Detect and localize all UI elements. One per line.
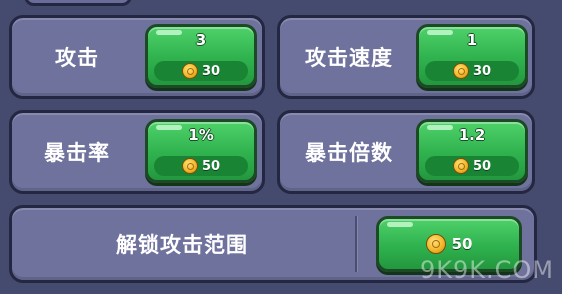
stat-value: 1 [466, 31, 478, 49]
stat-label: 攻击 [55, 46, 99, 70]
cost-value: 50 [451, 235, 473, 253]
cost-strip: 50 [425, 156, 519, 176]
stat-panel-crit-multiplier: 暴击倍数 1.2 50 [277, 110, 535, 194]
stat-label: 攻击速度 [305, 46, 393, 70]
stat-label: 暴击率 [44, 141, 110, 165]
cost-value: 50 [472, 158, 492, 174]
stat-value: 1% [188, 126, 214, 144]
top-tab-partial [24, 0, 132, 6]
upgrade-attack-speed-button[interactable]: 1 30 [416, 24, 528, 88]
panel-divider [355, 216, 357, 272]
cost-value: 30 [472, 63, 492, 79]
stat-panel-crit-rate: 暴击率 1% 50 [9, 110, 265, 194]
cost-strip: 50 [154, 156, 248, 176]
cost-value: 30 [201, 63, 221, 79]
gold-coin-icon [425, 234, 446, 254]
stat-value: 3 [195, 31, 207, 49]
gold-coin-icon [181, 158, 198, 174]
stat-panel-attack-speed: 攻击速度 1 30 [277, 15, 535, 99]
stat-label: 暴击倍数 [305, 141, 393, 165]
gold-coin-icon [181, 63, 198, 79]
watermark: 9K9K.COM [420, 256, 554, 284]
upgrade-crit-rate-button[interactable]: 1% 50 [145, 119, 257, 183]
cost-strip: 30 [425, 61, 519, 81]
unlock-label: 解锁攻击范围 [116, 233, 248, 257]
cost-strip: 30 [154, 61, 248, 81]
gold-coin-icon [452, 63, 469, 79]
stat-value: 1.2 [458, 126, 486, 144]
gold-coin-icon [452, 158, 469, 174]
upgrade-attack-button[interactable]: 3 30 [145, 24, 257, 88]
cost-value: 50 [201, 158, 221, 174]
upgrade-crit-multiplier-button[interactable]: 1.2 50 [416, 119, 528, 183]
stat-panel-attack: 攻击 3 30 [9, 15, 265, 99]
